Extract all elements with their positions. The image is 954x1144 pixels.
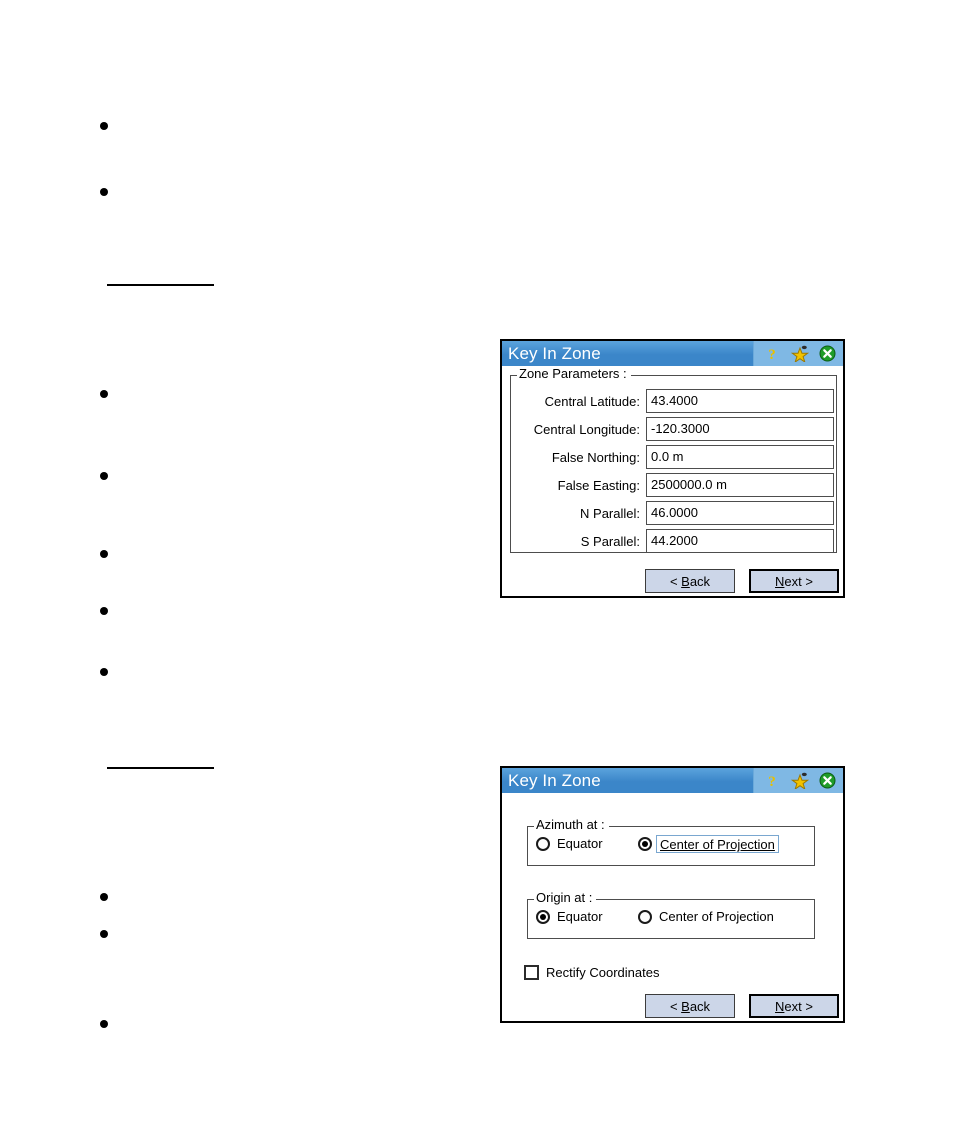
list-item-bullet xyxy=(100,188,108,196)
origin-radio-equator-label: Equator xyxy=(557,909,603,924)
titlebar-icon-group: ? xyxy=(753,341,843,366)
form-row: False Easting: 2500000.0 m xyxy=(512,473,834,497)
list-item-bullet xyxy=(100,607,108,615)
radio-icon xyxy=(536,909,550,924)
next-button-label: Next > xyxy=(775,573,813,589)
titlebar-icon-group: ? xyxy=(753,768,843,793)
radio-icon xyxy=(638,909,652,924)
origin-radio-center-of-projection[interactable]: Center of Projection xyxy=(638,909,774,924)
form-row: Central Latitude: 43.4000 xyxy=(512,389,834,413)
field-input[interactable]: 46.0000 xyxy=(646,501,834,525)
field-input[interactable]: 44.2000 xyxy=(646,529,834,553)
list-item-bullet xyxy=(100,893,108,901)
field-input[interactable]: -120.3000 xyxy=(646,417,834,441)
list-item-bullet xyxy=(100,472,108,480)
back-button[interactable]: < Back xyxy=(645,569,735,593)
form-row: S Parallel: 44.2000 xyxy=(512,529,834,553)
azimuth-radio-center-of-projection-label: Center of Projection xyxy=(656,835,779,853)
horizontal-rule xyxy=(107,284,214,286)
dialog-titlebar: Key In Zone ? xyxy=(502,768,843,793)
next-button-label: Next > xyxy=(775,998,813,1014)
field-label: S Parallel: xyxy=(580,533,640,549)
next-button[interactable]: Next > xyxy=(749,994,839,1018)
field-label: Central Latitude: xyxy=(544,393,640,409)
azimuth-at-legend: Azimuth at : xyxy=(534,818,609,831)
origin-radio-center-of-projection-label: Center of Projection xyxy=(659,909,774,924)
field-input[interactable]: 43.4000 xyxy=(646,389,834,413)
next-button[interactable]: Next > xyxy=(749,569,839,593)
field-label: False Northing: xyxy=(551,449,640,465)
close-icon[interactable] xyxy=(818,344,837,363)
list-item-bullet xyxy=(100,930,108,938)
form-row: N Parallel: 46.0000 xyxy=(512,501,834,525)
field-label: Central Longitude: xyxy=(533,421,640,437)
help-icon[interactable]: ? xyxy=(762,344,781,363)
checkbox-icon xyxy=(524,965,539,980)
origin-radio-equator[interactable]: Equator xyxy=(536,909,603,924)
form-row: Central Longitude: -120.3000 xyxy=(512,417,834,441)
radio-icon xyxy=(536,836,550,851)
field-label: N Parallel: xyxy=(580,505,640,521)
svg-text:?: ? xyxy=(768,774,776,789)
list-item-bullet xyxy=(100,1020,108,1028)
star-icon[interactable] xyxy=(790,771,809,790)
rectify-coordinates-label: Rectify Coordinates xyxy=(546,965,660,980)
azimuth-radio-equator[interactable]: Equator xyxy=(536,836,603,851)
field-input[interactable]: 0.0 m xyxy=(646,445,834,469)
origin-at-legend: Origin at : xyxy=(534,891,597,904)
dialog-title: Key In Zone xyxy=(508,344,601,363)
form-row: False Northing: 0.0 m xyxy=(512,445,834,469)
key-in-zone-dialog-parameters: Key In Zone ? Zone Parameters: Central … xyxy=(500,339,845,598)
help-icon[interactable]: ? xyxy=(762,771,781,790)
list-item-bullet xyxy=(100,668,108,676)
back-button-label: < Back xyxy=(669,998,711,1014)
list-item-bullet xyxy=(100,390,108,398)
field-input[interactable]: 2500000.0 m xyxy=(646,473,834,497)
zone-parameters-legend: Zone Parameters : xyxy=(517,367,631,380)
star-icon[interactable] xyxy=(790,344,809,363)
close-icon[interactable] xyxy=(818,771,837,790)
azimuth-radio-equator-label: Equator xyxy=(557,836,603,851)
radio-icon xyxy=(638,837,652,851)
back-button-label: < Back xyxy=(669,573,711,589)
rectify-coordinates-checkbox[interactable]: Rectify Coordinates xyxy=(524,965,659,980)
key-in-zone-dialog-azimuth-origin: Key In Zone ? Azimuth at : Equator Cente… xyxy=(500,766,845,1023)
list-item-bullet xyxy=(100,122,108,130)
field-label: False Easting: xyxy=(557,477,640,493)
dialog-titlebar: Key In Zone ? xyxy=(502,341,843,366)
horizontal-rule xyxy=(107,767,214,769)
azimuth-radio-center-of-projection[interactable]: Center of Projection xyxy=(638,835,779,853)
back-button[interactable]: < Back xyxy=(645,994,735,1018)
list-item-bullet xyxy=(100,550,108,558)
svg-text:?: ? xyxy=(768,347,776,362)
dialog-title: Key In Zone xyxy=(508,771,601,790)
